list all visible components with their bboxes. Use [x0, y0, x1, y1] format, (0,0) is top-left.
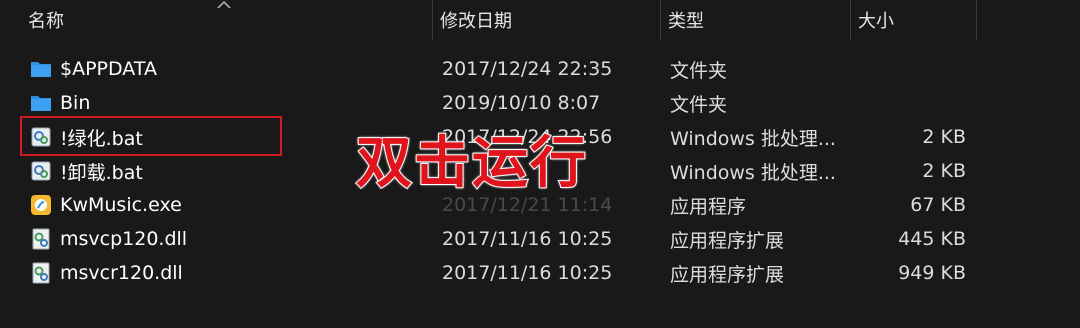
column-header-name-label: 名称 — [28, 11, 64, 32]
sort-ascending-icon — [217, 0, 231, 9]
file-type: 应用程序 — [670, 195, 747, 218]
column-header-bar: 名称 修改日期 类型 大小 — [0, 0, 1080, 40]
file-name: $APPDATA — [60, 58, 157, 80]
column-header-type-label: 类型 — [668, 11, 704, 32]
file-size: 445 KB — [898, 228, 966, 250]
file-type: 文件夹 — [670, 93, 728, 116]
file-row[interactable]: msvcr120.dll 2017/11/16 10:25 应用程序扩展 949… — [0, 256, 1080, 290]
column-header-type[interactable]: 类型 — [660, 0, 850, 40]
kwmusic-app-icon — [31, 195, 51, 215]
column-header-date-label: 修改日期 — [440, 11, 512, 32]
annotation-double-click-run: 双击运行 — [355, 131, 588, 196]
file-row[interactable]: $APPDATA 2017/12/24 22:35 文件夹 — [0, 52, 1080, 86]
file-date: 2017/11/16 10:25 — [442, 262, 613, 284]
file-size: 67 KB — [910, 194, 966, 216]
folder-icon — [31, 62, 51, 77]
file-name: Bin — [60, 92, 91, 114]
folder-icon — [31, 96, 51, 111]
file-type: Windows 批处理... — [670, 161, 836, 184]
file-name: !卸载.bat — [60, 161, 143, 184]
file-name: msvcr120.dll — [60, 262, 183, 284]
file-date: 2017/12/24 22:35 — [442, 58, 613, 80]
file-size: 2 KB — [922, 126, 966, 148]
file-size: 949 KB — [898, 262, 966, 284]
file-type: 文件夹 — [670, 59, 728, 82]
batch-file-icon — [31, 161, 51, 181]
column-header-date[interactable]: 修改日期 — [432, 0, 660, 40]
file-name: KwMusic.exe — [60, 194, 182, 216]
file-type: 应用程序扩展 — [670, 229, 785, 252]
file-type: Windows 批处理... — [670, 127, 836, 150]
file-type: 应用程序扩展 — [670, 263, 785, 286]
column-divider[interactable] — [976, 0, 977, 40]
column-header-size-label: 大小 — [858, 11, 894, 32]
file-date: 2019/10/10 8:07 — [442, 92, 601, 114]
file-size: 2 KB — [922, 160, 966, 182]
file-row[interactable]: Bin 2019/10/10 8:07 文件夹 — [0, 86, 1080, 120]
highlight-box — [20, 116, 282, 156]
dll-file-icon — [32, 262, 50, 284]
dll-file-icon — [32, 228, 50, 250]
file-row[interactable]: msvcp120.dll 2017/11/16 10:25 应用程序扩展 445… — [0, 222, 1080, 256]
column-header-size[interactable]: 大小 — [850, 0, 976, 40]
file-name: msvcp120.dll — [60, 228, 188, 250]
file-date: 2017/11/16 10:25 — [442, 228, 613, 250]
